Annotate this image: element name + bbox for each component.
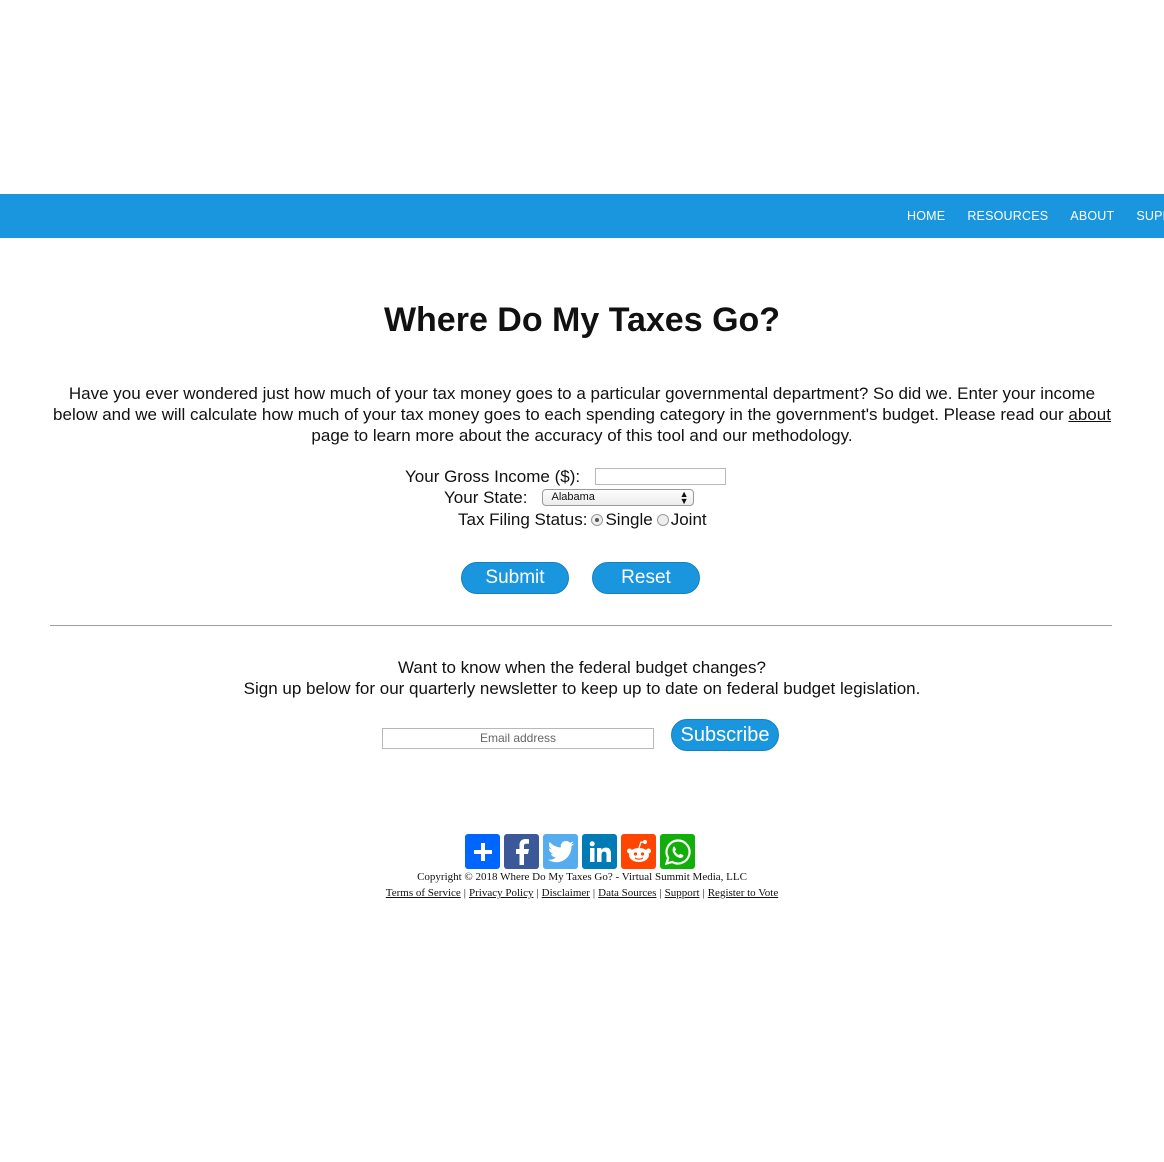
intro-text-after: page to learn more about the accuracy of… (311, 426, 853, 445)
footer-separator: | (702, 887, 705, 899)
email-input[interactable]: Email address (382, 728, 654, 749)
state-row: Your State: Alabama ▲ ▼ (444, 487, 694, 508)
footer-separator: | (463, 887, 466, 899)
about-link[interactable]: about (1068, 405, 1111, 424)
submit-button[interactable]: Submit (461, 562, 569, 594)
income-row: Your Gross Income ($): (405, 466, 727, 487)
subscribe-button[interactable]: Subscribe (671, 719, 779, 751)
section-divider (50, 625, 1112, 626)
state-label: Your State: (444, 488, 528, 507)
select-arrows-icon: ▲ ▼ (679, 489, 689, 506)
single-radio-label: Single (605, 510, 653, 529)
register-to-vote-link[interactable]: Register to Vote (708, 887, 778, 899)
nav-home-link[interactable]: HOME (907, 209, 945, 223)
footer-separator: | (592, 887, 596, 899)
footer-links: Terms of Service | Privacy Policy | Disclaim… (0, 886, 1164, 900)
social-share-bar (465, 834, 699, 869)
terms-of-service-link[interactable]: Terms of Service (386, 887, 461, 899)
page-title: Where Do My Taxes Go? (383, 301, 781, 339)
disclaimer-link[interactable]: Disclaimer (542, 887, 590, 899)
newsletter-text: Want to know when the federal budget cha… (0, 657, 1164, 699)
copyright-text: Copyright © 2018 Where Do My Taxes Go? -… (417, 871, 747, 883)
newsletter-subheading: Sign up below for our quarterly newslett… (243, 679, 921, 698)
facebook-icon[interactable] (504, 834, 539, 869)
income-label: Your Gross Income ($): (405, 467, 581, 486)
joint-radio-label: Joint (670, 510, 707, 529)
state-select[interactable]: Alabama ▲ ▼ (541, 489, 694, 506)
single-radio[interactable] (591, 513, 604, 526)
twitter-icon[interactable] (543, 834, 578, 869)
intro-text-before: Have you ever wondered just how much of … (53, 384, 1096, 424)
linkedin-icon[interactable] (582, 834, 617, 869)
share-icon[interactable] (465, 834, 500, 869)
newsletter-heading: Want to know when the federal budget cha… (398, 658, 766, 677)
reddit-icon[interactable] (621, 834, 656, 869)
nav-resources-link[interactable]: RESOURCES (967, 209, 1048, 223)
reset-button[interactable]: Reset (592, 562, 700, 594)
intro-paragraph: Have you ever wondered just how much of … (50, 383, 1114, 446)
footer-separator: | (659, 887, 662, 899)
privacy-policy-link[interactable]: Privacy Policy (469, 887, 533, 899)
nav-links: HOME RESOURCES ABOUT SUPPORT (907, 194, 1164, 238)
filing-status-row: Tax Filing Status: Single Joint (458, 509, 707, 530)
income-input[interactable] (595, 468, 727, 485)
nav-support-link[interactable]: SUPPORT (1136, 209, 1164, 223)
nav-about-link[interactable]: ABOUT (1070, 209, 1114, 223)
state-select-value: Alabama (551, 491, 595, 503)
whatsapp-icon[interactable] (660, 834, 695, 869)
joint-radio[interactable] (656, 513, 669, 526)
top-navbar: HOME RESOURCES ABOUT SUPPORT (0, 194, 1164, 238)
footer-separator: | (536, 887, 539, 899)
filing-status-label: Tax Filing Status: (458, 510, 588, 529)
support-link[interactable]: Support (665, 887, 700, 899)
data-sources-link[interactable]: Data Sources (598, 887, 656, 899)
